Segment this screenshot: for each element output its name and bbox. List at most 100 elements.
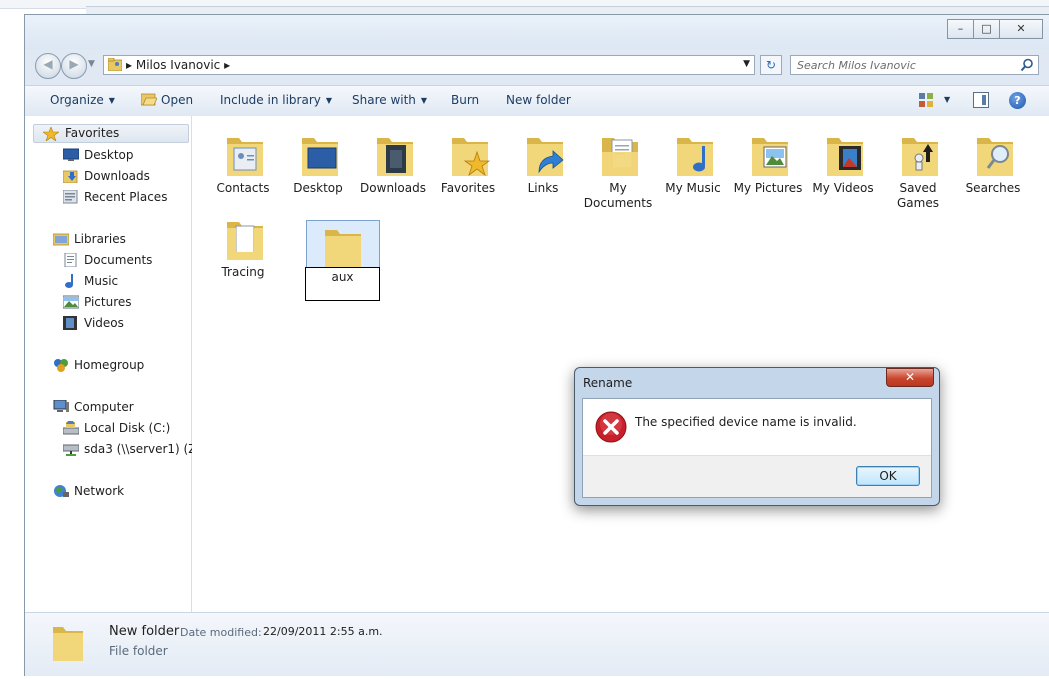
help-button[interactable]: ? xyxy=(1009,92,1026,109)
folder-label: Links xyxy=(527,181,559,195)
nav-label: Network xyxy=(74,484,125,498)
back-arrow-icon: ◀ xyxy=(43,57,53,71)
nav-label: Computer xyxy=(74,400,134,414)
include-in-library-button[interactable]: Include in library ▼ xyxy=(220,93,332,107)
nav-label: Recent Places xyxy=(84,190,168,204)
nav-label: Desktop xyxy=(84,148,134,162)
desktop-folder-icon xyxy=(302,138,338,176)
dialog-footer: OK xyxy=(583,455,931,497)
details-name: New folder xyxy=(109,624,180,639)
window-controls: – □ ✕ xyxy=(947,19,1043,39)
downloads-icon xyxy=(63,170,78,183)
folder-icon xyxy=(53,627,83,661)
search-box[interactable] xyxy=(790,55,1039,75)
title-bar: – □ ✕ xyxy=(25,15,1049,49)
search-input[interactable] xyxy=(797,57,1007,73)
desktop-icon xyxy=(63,148,79,161)
dialog-body: The specified device name is invalid. OK xyxy=(582,398,932,498)
file-list: Contacts Desktop Downloads Favorites Lin… xyxy=(192,116,1049,612)
burn-button[interactable]: Burn xyxy=(451,93,479,107)
address-bar[interactable]: ▸ Milos Ivanovic ▸ ▼ xyxy=(103,55,755,75)
open-button[interactable]: Open xyxy=(161,93,193,107)
maximize-icon: □ xyxy=(981,22,992,35)
recent-pages-dropdown[interactable]: ▼ xyxy=(88,59,95,69)
organize-label: Organize xyxy=(50,93,104,107)
view-options-dropdown[interactable]: ▼ xyxy=(944,95,950,104)
search-icon xyxy=(1020,58,1033,72)
folder-label: My Pictures xyxy=(733,181,803,195)
nav-label: Homegroup xyxy=(74,358,145,372)
folder-label: My Videos xyxy=(812,181,874,195)
contacts-folder-icon xyxy=(227,138,263,176)
command-bar: Organize ▼ Open Include in library ▼ Share… xyxy=(25,85,1049,117)
recent-places-icon xyxy=(63,190,78,204)
nav-label: Videos xyxy=(84,316,124,330)
dialog-close-button[interactable]: ✕ xyxy=(886,368,934,387)
details-pane: New folder Date modified: 22/09/2011 2:5… xyxy=(25,612,1049,676)
folder-label: Saved Games xyxy=(897,181,939,210)
back-button[interactable]: ◀ xyxy=(35,53,61,79)
close-icon: ✕ xyxy=(1016,22,1026,35)
address-row: ◀ ▶ ▼ ▸ Milos Ivanovic ▸ ▼ ↻ xyxy=(25,51,1049,81)
star-icon xyxy=(43,127,59,141)
details-date-label: Date modified: xyxy=(180,626,262,639)
preview-pane-button[interactable] xyxy=(973,92,989,108)
videos-folder-icon xyxy=(827,138,863,176)
maximize-button[interactable]: □ xyxy=(973,19,1000,39)
error-icon xyxy=(595,411,627,443)
nav-favorites[interactable]: Favorites xyxy=(33,124,189,143)
pictures-icon xyxy=(63,295,79,309)
address-history-dropdown[interactable]: ▼ xyxy=(743,59,750,69)
rename-error-dialog: Rename ✕ The specified device name is in… xyxy=(574,367,940,506)
links-folder-icon xyxy=(527,138,564,176)
nav-label: Pictures xyxy=(84,295,132,309)
dialog-message: The specified device name is invalid. xyxy=(635,415,857,429)
nav-label: Local Disk (C:) xyxy=(84,421,171,435)
chevron-down-icon: ▼ xyxy=(325,96,333,105)
share-with-button[interactable]: Share with ▼ xyxy=(352,93,427,107)
folder-label: Desktop xyxy=(293,181,343,195)
local-disk-icon xyxy=(63,421,79,435)
nav-label: Downloads xyxy=(84,169,150,183)
downloads-folder-icon xyxy=(377,138,413,176)
explorer-window: – □ ✕ ◀ ▶ ▼ ▸ Milos Ivanovic ▸ ▼ ↻ Or xyxy=(24,14,1049,676)
open-folder-icon xyxy=(141,93,157,106)
ok-button[interactable]: OK xyxy=(856,466,920,486)
pictures-folder-icon xyxy=(752,138,788,176)
folder-label: My Documents xyxy=(583,181,653,210)
forward-button[interactable]: ▶ xyxy=(61,53,87,79)
refresh-icon: ↻ xyxy=(765,58,777,72)
documents-folder-icon xyxy=(602,138,638,176)
user-folder-icon xyxy=(108,58,122,71)
change-view-icon[interactable] xyxy=(918,92,934,108)
minimize-button[interactable]: – xyxy=(947,19,974,39)
folder-label: Contacts xyxy=(216,181,270,195)
navigation-pane: Favorites Desktop Downloads Recent Place… xyxy=(25,116,205,612)
new-folder-button[interactable]: New folder xyxy=(506,93,571,107)
nav-label: sda3 (\\server1) (Z:) xyxy=(84,442,206,456)
rename-input[interactable]: aux xyxy=(305,267,380,301)
minimize-icon: – xyxy=(957,22,964,35)
folder-label: My Music xyxy=(665,181,721,195)
libraries-icon xyxy=(53,233,69,246)
breadcrumb-separator-icon: ▸ xyxy=(126,58,133,72)
close-button[interactable]: ✕ xyxy=(999,19,1043,39)
chevron-down-icon: ▼ xyxy=(108,96,115,105)
searches-folder-icon xyxy=(977,138,1013,176)
folder-icon xyxy=(325,230,361,268)
videos-icon xyxy=(63,316,77,330)
breadcrumb-item-user[interactable]: Milos Ivanovic xyxy=(136,58,220,72)
nav-label: Music xyxy=(84,274,119,288)
include-in-library-label: Include in library xyxy=(220,93,321,107)
refresh-button[interactable]: ↻ xyxy=(760,55,782,75)
music-icon xyxy=(65,274,73,288)
nav-label: Libraries xyxy=(74,232,126,246)
chevron-down-icon: ▼ xyxy=(420,96,428,105)
organize-button[interactable]: Organize ▼ xyxy=(50,93,115,107)
details-type: File folder xyxy=(109,644,168,658)
breadcrumb[interactable]: ▸ Milos Ivanovic ▸ xyxy=(126,58,230,72)
dialog-title: Rename xyxy=(583,376,633,390)
folder-label: Tracing xyxy=(221,265,265,279)
music-folder-icon xyxy=(677,138,713,176)
nav-label: Documents xyxy=(84,253,153,267)
